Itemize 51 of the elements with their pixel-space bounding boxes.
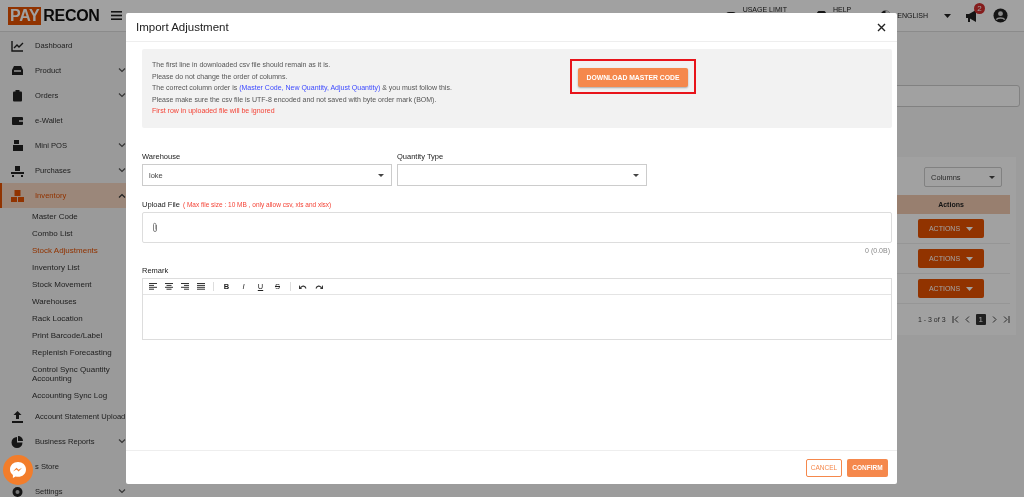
chevron-icon (118, 168, 126, 173)
text-align-icon[interactable] (181, 283, 189, 290)
redo-icon[interactable] (315, 283, 323, 290)
sidebar-subitem[interactable]: Replenish Forecasting (0, 344, 130, 361)
sidebar-subitem[interactable]: Inventory List (0, 259, 130, 276)
chevron-icon (118, 193, 126, 198)
caret-icon (966, 286, 974, 291)
paperclip-icon (152, 222, 158, 233)
sidebar-subitem[interactable]: Print Barcode/Label (0, 327, 130, 344)
caret-icon (966, 256, 974, 261)
chevron-icon (118, 68, 126, 73)
logo: PAY RECON (8, 6, 100, 25)
caret-icon (378, 173, 384, 177)
register-icon (11, 139, 24, 152)
page-button[interactable]: 1 (975, 314, 986, 325)
text-align-icon[interactable] (197, 283, 205, 290)
notification-badge: 2 (974, 2, 985, 14)
caret-icon (989, 175, 995, 179)
caret-icon (944, 13, 951, 18)
clipboard-icon (11, 89, 24, 102)
chevron-icon (118, 489, 126, 494)
text-align-icon[interactable] (149, 283, 157, 290)
close-icon[interactable] (877, 22, 886, 32)
chevron-icon (118, 143, 126, 148)
caret-icon (966, 226, 974, 231)
sidebar-subitem[interactable]: Rack Location (0, 310, 130, 327)
wallet-icon (11, 114, 24, 127)
text-align-icon[interactable] (165, 283, 173, 290)
pallet-icon (11, 164, 24, 177)
file-upload-field[interactable] (142, 212, 892, 243)
account-icon[interactable] (993, 8, 1008, 23)
chevron-icon (118, 439, 126, 444)
caret-icon (633, 173, 639, 177)
messenger-icon (9, 461, 27, 479)
megaphone-icon[interactable] (965, 9, 979, 22)
dialog-title: Import Adjustment (136, 21, 229, 33)
sidebar-subitem[interactable]: Stock Movement (0, 276, 130, 293)
sidebar-subitem[interactable]: Warehouses (0, 293, 130, 310)
boxes-icon (11, 189, 24, 202)
undo-icon[interactable] (299, 283, 307, 290)
tray-icon (11, 64, 24, 77)
sidebar-subitem[interactable]: Accounting Sync Log (0, 387, 130, 404)
settings-icon (11, 485, 24, 497)
upload-icon (11, 410, 24, 423)
sidebar-subitem[interactable]: Master Code (0, 208, 130, 225)
menu-icon[interactable] (111, 11, 122, 20)
sidebar-subitem[interactable]: Combo List (0, 225, 130, 242)
sidebar-subitem[interactable]: Control Sync Quantity Accounting (0, 361, 130, 387)
chart-icon (11, 39, 24, 52)
pie-chart-icon (11, 435, 24, 448)
chevron-icon (118, 93, 126, 98)
